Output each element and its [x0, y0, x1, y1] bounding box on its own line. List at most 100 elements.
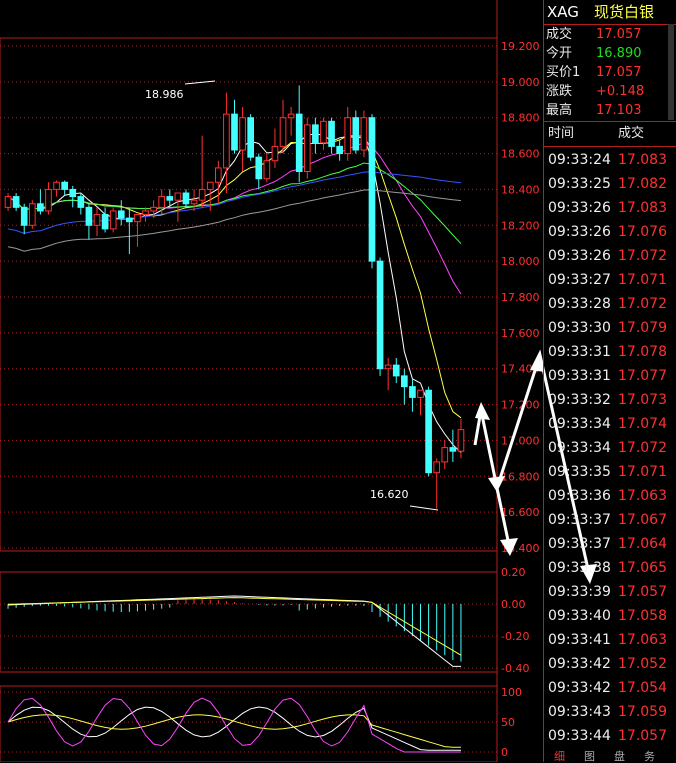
bottom-tab[interactable]: 务 [644, 751, 655, 762]
price-tick-label: 19.200 [501, 40, 540, 53]
tick-row: 09:33:34 17.072 [544, 436, 676, 460]
tick-time: 09:33:25 [548, 176, 611, 192]
candle-body [117, 210, 125, 219]
price-tick-label: 18.800 [501, 112, 540, 125]
candle-body [320, 120, 327, 144]
candle-body [93, 214, 101, 226]
tick-time: 09:33:30 [548, 320, 611, 336]
low-price-leader [409, 505, 439, 511]
main-frame [0, 37, 498, 552]
quote-label: 成交 [546, 27, 573, 42]
tick-price: 17.067 [618, 512, 667, 528]
tick-price: 17.065 [618, 560, 667, 576]
tick-price: 17.064 [618, 536, 667, 552]
tick-time: 09:33:40 [548, 608, 611, 624]
price-tick-label: 17.200 [501, 399, 540, 412]
tick-row: 09:33:28 17.072 [544, 292, 676, 316]
tick-time: 09:33:24 [548, 152, 611, 168]
candle-body [417, 389, 424, 398]
tick-row: 09:33:38 17.065 [544, 556, 676, 580]
tick-price: 17.076 [618, 224, 667, 240]
tick-time: 09:33:28 [548, 296, 611, 312]
tick-row: 09:33:24 17.083 [544, 148, 676, 172]
quote-value: 16.890 [596, 46, 642, 61]
symbol-name: 现货白银 [594, 3, 655, 21]
candle-body [150, 206, 157, 212]
quote-value: 17.057 [596, 65, 642, 80]
tick-price: 17.079 [618, 320, 667, 336]
tick-price: 17.052 [618, 656, 667, 672]
kdj-line [7, 697, 461, 753]
tick-time: 09:33:39 [548, 584, 611, 600]
tick-price: 17.071 [618, 464, 667, 480]
candle-body [4, 196, 12, 208]
candle-body [37, 203, 44, 212]
tick-price: 17.063 [618, 488, 667, 504]
quote-panel: XAG 现货白银 成交 17.057 今开 16.890 买价1 17.057 涨跌 +0.1… [543, 0, 676, 762]
candle-body [344, 117, 352, 155]
quote-label: 最高 [546, 103, 573, 118]
candle-body [368, 117, 376, 262]
kdj-panel: 100 50 0 [0, 685, 522, 762]
candle-body [231, 113, 238, 151]
macd-tick-label: -0.40 [501, 662, 529, 675]
bottom-tab[interactable]: 细 [554, 751, 565, 762]
tick-time: 09:33:38 [548, 560, 611, 576]
ma-line [7, 133, 462, 453]
macd-frame [0, 571, 498, 673]
tick-price: 17.071 [618, 272, 667, 288]
tick-price: 17.077 [618, 368, 667, 384]
tick-price: 17.072 [618, 440, 667, 456]
kdj-tick-label: 50 [501, 716, 515, 729]
price-tick-label: 16.600 [501, 506, 540, 519]
candle-body [287, 113, 295, 119]
candle-body [247, 117, 255, 158]
tick-time: 09:33:31 [548, 368, 611, 384]
candle-body [433, 461, 441, 474]
quote-label: 今开 [546, 46, 573, 61]
quote-row: 最高 17.103 [544, 101, 676, 120]
candle-body [303, 124, 311, 172]
tick-row: 09:33:34 17.074 [544, 412, 676, 436]
tick-row: 09:33:42 17.054 [544, 676, 676, 700]
tick-row: 09:33:32 17.073 [544, 388, 676, 412]
bottom-tab[interactable]: 盘 [614, 751, 625, 762]
tick-price: 17.072 [618, 248, 667, 264]
high-price-annotation: 18.986 [145, 88, 184, 101]
quote-row: 成交 17.057 [544, 25, 676, 44]
candle-body [126, 217, 133, 223]
bottom-tab[interactable]: 图 [584, 751, 595, 762]
candle-body [53, 181, 60, 190]
quote-row: 买价1 17.057 [544, 63, 676, 82]
arrow-head [475, 402, 490, 420]
tick-row: 09:33:37 17.067 [544, 508, 676, 532]
kdj-frame [0, 685, 498, 762]
macd-panel: 0.20 0.00 -0.20 -0.40 [0, 566, 529, 675]
tick-row: 09:33:40 17.058 [544, 604, 676, 628]
price-tick-label: 18.400 [501, 183, 540, 196]
arrow-head [488, 476, 505, 492]
tick-time: 09:33:26 [548, 248, 611, 264]
candle-body [360, 117, 368, 151]
quote-label: 买价1 [546, 65, 581, 80]
tick-price: 17.058 [618, 608, 667, 624]
tick-price: 17.083 [618, 152, 667, 168]
candle-body [352, 117, 360, 151]
candle-body [376, 260, 384, 370]
candle-body [449, 447, 457, 452]
tick-price: 17.083 [618, 200, 667, 216]
tick-row: 09:33:26 17.083 [544, 196, 676, 220]
kdj-tick-label: 100 [501, 686, 522, 699]
candle-body [263, 160, 271, 180]
tick-time: 09:33:42 [548, 656, 611, 672]
candles [4, 85, 465, 509]
tick-row: 09:33:26 17.072 [544, 244, 676, 268]
tick-price: 17.054 [618, 680, 667, 696]
price-tick-label: 18.200 [501, 219, 540, 232]
tick-price: 17.072 [618, 296, 667, 312]
symbol-code: XAG [547, 3, 579, 21]
moving-average-lines [7, 133, 462, 453]
macd-tick-label: -0.20 [501, 630, 529, 643]
candle-body [158, 196, 166, 208]
candle-body [328, 120, 335, 147]
